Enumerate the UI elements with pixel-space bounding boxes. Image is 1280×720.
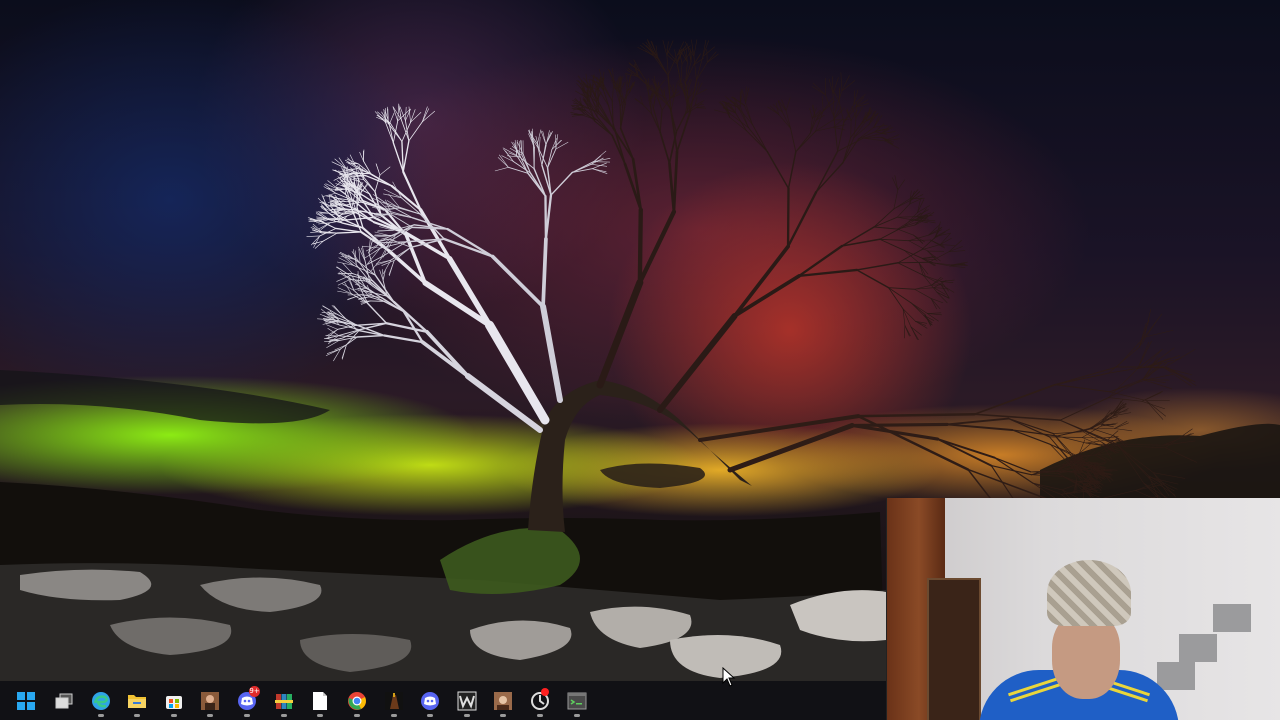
taskbar-game-app-3-button[interactable] xyxy=(485,681,521,720)
taskbar-start-button[interactable] xyxy=(8,681,44,720)
notification-badge: 9+ xyxy=(249,686,260,697)
person-cap xyxy=(1047,560,1131,626)
mouse-cursor-icon xyxy=(722,667,736,687)
archive-books-icon xyxy=(274,691,294,711)
running-indicator xyxy=(574,714,580,717)
taskbar-task-view-button[interactable] xyxy=(46,681,82,720)
store-icon xyxy=(164,691,184,711)
running-indicator xyxy=(317,714,323,717)
webcam-overlay xyxy=(886,498,1280,720)
running-indicator xyxy=(207,714,213,717)
warrior-icon xyxy=(384,691,404,711)
windows-logo-icon xyxy=(16,691,36,711)
wall-picture-frame xyxy=(927,578,981,720)
taskbar-terminal-tool-button[interactable] xyxy=(559,681,595,720)
running-indicator xyxy=(98,714,104,717)
taskbar-game-app-2-button[interactable] xyxy=(376,681,412,720)
taskbar-chrome-button[interactable] xyxy=(339,681,375,720)
game-character-icon xyxy=(200,691,220,711)
chrome-icon xyxy=(347,691,367,711)
running-indicator xyxy=(244,714,250,717)
taskbar-discord-notifications-button[interactable]: 9+ xyxy=(229,681,265,720)
running-indicator xyxy=(427,714,433,717)
taskbar-winrar-button[interactable] xyxy=(266,681,302,720)
taskbar-document-button[interactable] xyxy=(302,681,338,720)
taskbar-game-app-1-button[interactable] xyxy=(192,681,228,720)
blank-document-icon xyxy=(312,691,328,711)
running-indicator xyxy=(391,714,397,717)
recording-dot xyxy=(541,688,549,696)
discord-icon xyxy=(420,691,440,711)
running-indicator xyxy=(537,714,543,717)
wall-tile xyxy=(1179,634,1217,662)
running-indicator xyxy=(500,714,506,717)
taskbar-edge-button[interactable] xyxy=(83,681,119,720)
running-indicator xyxy=(464,714,470,717)
terminal-icon xyxy=(567,692,587,710)
taskbar-discord-button[interactable] xyxy=(412,681,448,720)
taskbar: 9+ xyxy=(0,681,886,720)
running-indicator xyxy=(281,714,287,717)
taskbar-file-explorer-button[interactable] xyxy=(119,681,155,720)
edge-icon xyxy=(91,691,111,711)
taskbar-recorder-button[interactable] xyxy=(522,681,558,720)
taskbar-wps-button[interactable] xyxy=(449,681,485,720)
wall-tile xyxy=(1157,662,1195,690)
wall-tile xyxy=(1213,604,1251,632)
task-view-icon xyxy=(54,691,74,711)
running-indicator xyxy=(134,714,140,717)
folder-icon xyxy=(127,692,147,710)
running-indicator xyxy=(354,714,360,717)
portrait-icon xyxy=(493,691,513,711)
w-logo-icon xyxy=(457,691,477,711)
running-indicator xyxy=(171,714,177,717)
taskbar-microsoft-store-button[interactable] xyxy=(156,681,192,720)
